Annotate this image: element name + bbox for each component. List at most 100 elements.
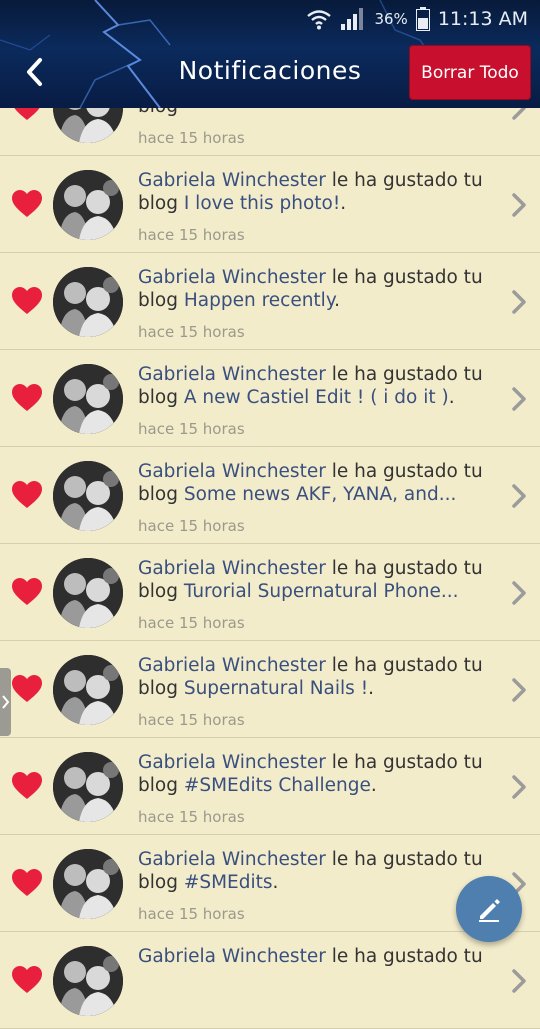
avatar[interactable] bbox=[53, 364, 123, 434]
title-suffix: . bbox=[272, 872, 279, 893]
action-text: le ha gustado tu bbox=[331, 267, 483, 288]
blog-prefix: blog bbox=[138, 290, 178, 311]
timestamp: hace 15 horas bbox=[138, 905, 245, 923]
wifi-icon bbox=[307, 10, 332, 30]
action-text: le ha gustado tu bbox=[331, 655, 483, 676]
user-name[interactable]: Gabriela Winchester bbox=[138, 849, 326, 870]
back-button[interactable] bbox=[16, 52, 52, 92]
blog-title[interactable]: A new Castiel Edit ! ( i do it ) bbox=[184, 387, 449, 408]
user-name[interactable]: Gabriela Winchester bbox=[138, 655, 326, 676]
user-name[interactable]: Gabriela Winchester bbox=[138, 170, 326, 191]
blog-prefix: blog bbox=[138, 581, 178, 602]
heart-icon bbox=[12, 578, 42, 605]
heart-icon bbox=[12, 675, 42, 702]
blog-prefix: blog bbox=[138, 387, 178, 408]
timestamp: hace 15 horas bbox=[138, 711, 245, 729]
action-text: le ha gustado tu bbox=[331, 849, 483, 870]
signal-icon bbox=[341, 8, 364, 30]
battery-percent: 36% bbox=[374, 10, 408, 28]
timestamp: hace 15 horas bbox=[138, 808, 245, 826]
title-suffix: . bbox=[368, 678, 375, 699]
notification-item[interactable]: Gabriela Winchester le ha gustado tu blo… bbox=[0, 544, 540, 641]
action-text: le ha gustado tu bbox=[331, 752, 483, 773]
avatar[interactable] bbox=[53, 849, 123, 919]
chevron-right-icon bbox=[512, 969, 526, 993]
blog-title[interactable]: Turorial Supernatural Phone... bbox=[184, 581, 459, 602]
avatar[interactable] bbox=[53, 752, 123, 822]
timestamp: hace 15 horas bbox=[138, 517, 245, 535]
notification-text: Gabriela Winchester le ha gustado tu blo… bbox=[138, 557, 490, 603]
timestamp: hace 15 horas bbox=[138, 323, 245, 341]
user-name[interactable]: Gabriela Winchester bbox=[138, 946, 326, 967]
chevron-right-small-icon bbox=[2, 695, 10, 709]
chevron-right-icon bbox=[512, 484, 526, 508]
title-suffix: . bbox=[334, 290, 341, 311]
blog-prefix: blog bbox=[138, 678, 178, 699]
blog-prefix: blog bbox=[138, 872, 178, 893]
chevron-left-icon bbox=[27, 58, 42, 86]
user-name[interactable]: Gabriela Winchester bbox=[138, 752, 326, 773]
notification-text: Gabriela Winchester le ha gustado tu blo… bbox=[138, 169, 490, 215]
blog-prefix: blog bbox=[138, 775, 178, 796]
notification-item[interactable]: Gabriela Winchester le ha gustado tu bbox=[0, 932, 540, 1029]
chevron-right-icon bbox=[512, 387, 526, 411]
notification-text: Gabriela Winchester le ha gustado tu blo… bbox=[138, 848, 490, 894]
notification-item[interactable]: Gabriela Winchester le ha gustado tu blo… bbox=[0, 156, 540, 253]
notification-item[interactable]: Gabriela Winchester le ha gustado tu blo… bbox=[0, 738, 540, 835]
heart-icon bbox=[12, 190, 42, 217]
blog-title[interactable]: #SMEdits Challenge bbox=[184, 775, 371, 796]
notification-item[interactable]: Gabriela Winchester le ha gustado tu blo… bbox=[0, 641, 540, 738]
blog-title[interactable]: I love this photo! bbox=[184, 193, 340, 214]
notification-item[interactable]: Gabriela Winchester le ha gustado tu blo… bbox=[0, 253, 540, 350]
blog-title[interactable]: Happen recently bbox=[184, 290, 334, 311]
chevron-right-icon bbox=[512, 678, 526, 702]
page-title: Notificaciones bbox=[178, 56, 362, 85]
blog-prefix: blog bbox=[138, 193, 178, 214]
title-suffix: . bbox=[340, 193, 347, 214]
action-text: le ha gustado tu bbox=[331, 170, 483, 191]
timestamp: hace 15 horas bbox=[138, 129, 245, 147]
avatar[interactable] bbox=[53, 946, 123, 1016]
title-suffix: . bbox=[370, 775, 377, 796]
user-name[interactable]: Gabriela Winchester bbox=[138, 364, 326, 385]
avatar[interactable] bbox=[53, 170, 123, 240]
notification-text: Gabriela Winchester le ha gustado tu blo… bbox=[138, 266, 490, 312]
action-text: le ha gustado tu bbox=[331, 946, 483, 967]
timestamp: hace 15 horas bbox=[138, 614, 245, 632]
timestamp: hace 15 horas bbox=[138, 420, 245, 438]
avatar[interactable] bbox=[53, 461, 123, 531]
notification-text: Gabriela Winchester le ha gustado tu blo… bbox=[138, 460, 490, 506]
heart-icon bbox=[12, 966, 42, 993]
notification-text: Gabriela Winchester le ha gustado tu bbox=[138, 945, 490, 968]
notification-list: Gabriela Winchester le ha gustado tu blo… bbox=[0, 59, 540, 1029]
clear-all-button[interactable]: Borrar Todo bbox=[409, 45, 531, 100]
app-header: 36% 11:13 AM Notificaciones Borrar Todo bbox=[0, 0, 540, 108]
status-bar: 36% 11:13 AM bbox=[306, 5, 528, 33]
chevron-right-icon bbox=[512, 193, 526, 217]
user-name[interactable]: Gabriela Winchester bbox=[138, 558, 326, 579]
heart-icon bbox=[12, 481, 42, 508]
avatar[interactable] bbox=[53, 267, 123, 337]
side-drawer-handle[interactable] bbox=[0, 668, 11, 736]
notification-item[interactable]: Gabriela Winchester le ha gustado tu blo… bbox=[0, 350, 540, 447]
avatar[interactable] bbox=[53, 558, 123, 628]
avatar[interactable] bbox=[53, 655, 123, 725]
notification-item[interactable]: Gabriela Winchester le ha gustado tu blo… bbox=[0, 447, 540, 544]
chevron-right-icon bbox=[512, 581, 526, 605]
user-name[interactable]: Gabriela Winchester bbox=[138, 461, 326, 482]
action-text: le ha gustado tu bbox=[331, 558, 483, 579]
blog-title[interactable]: Some news AKF, YANA, and... bbox=[184, 484, 457, 505]
clock: 11:13 AM bbox=[437, 8, 528, 30]
user-name[interactable]: Gabriela Winchester bbox=[138, 267, 326, 288]
action-text: le ha gustado tu bbox=[331, 364, 483, 385]
blog-title[interactable]: #SMEdits bbox=[184, 872, 273, 893]
timestamp: hace 15 horas bbox=[138, 226, 245, 244]
heart-icon bbox=[12, 869, 42, 896]
blog-title[interactable]: Supernatural Nails ! bbox=[184, 678, 368, 699]
notification-text: Gabriela Winchester le ha gustado tu blo… bbox=[138, 363, 490, 409]
heart-icon bbox=[12, 772, 42, 799]
compose-button[interactable] bbox=[456, 876, 522, 942]
heart-icon bbox=[12, 287, 42, 314]
battery-icon bbox=[415, 7, 430, 31]
chevron-right-icon bbox=[512, 290, 526, 314]
